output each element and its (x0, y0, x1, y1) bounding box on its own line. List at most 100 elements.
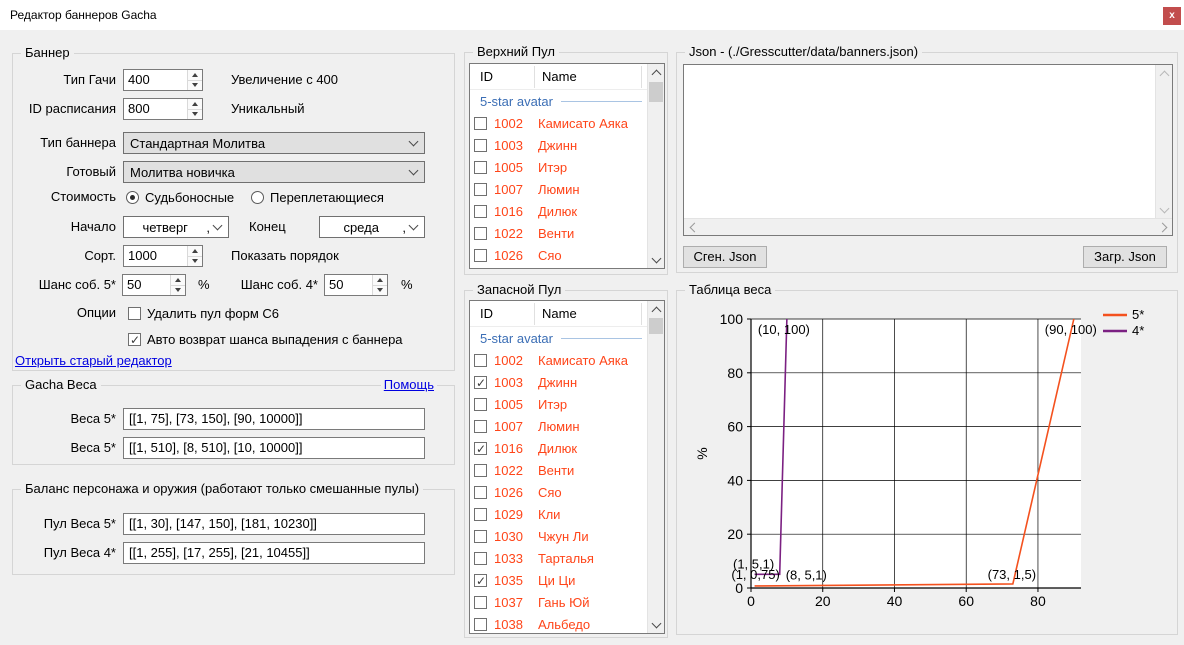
table-row[interactable]: 1016Дилюк (470, 200, 648, 222)
table-row[interactable]: 1005Итэр (470, 393, 648, 415)
column-header-id[interactable]: ID (480, 64, 493, 89)
chevron-down-icon (651, 618, 661, 628)
scroll-up-button[interactable] (648, 301, 664, 318)
weights5a-input[interactable]: [[1, 75], [73, 150], [90, 10000]] (123, 408, 425, 430)
spin-down-button[interactable] (188, 109, 202, 120)
scroll-down-button[interactable] (648, 616, 664, 633)
upper-pool-group: Верхний Пул ID Name 5-star avatar1002Кам… (464, 52, 668, 275)
table-row[interactable]: 1003Джинн (470, 371, 648, 393)
spin-up-button[interactable] (188, 70, 202, 80)
pool4-input[interactable]: [[1, 255], [17, 255], [21, 10455]] (123, 542, 425, 564)
table-row[interactable]: 1035Ци Ци (470, 569, 648, 591)
spin-down-button[interactable] (373, 285, 387, 296)
table-row[interactable]: 1022Венти (470, 459, 648, 481)
scroll-right-button[interactable] (1155, 219, 1172, 235)
row-checkbox[interactable] (474, 354, 487, 367)
row-checkbox[interactable] (474, 139, 487, 152)
start-day-select[interactable]: четверг , (123, 216, 229, 238)
table-row[interactable]: 1005Итэр (470, 156, 648, 178)
table-row[interactable]: 1007Люмин (470, 178, 648, 200)
table-row[interactable]: 1026Сяо (470, 481, 648, 503)
spin-up-button[interactable] (171, 275, 185, 285)
row-checkbox[interactable] (474, 376, 487, 389)
json-horizontal-scrollbar[interactable] (684, 218, 1172, 235)
row-checkbox[interactable] (474, 227, 487, 240)
help-link[interactable]: Помощь (381, 377, 437, 392)
weights5b-input[interactable]: [[1, 510], [8, 510], [10, 10000]] (123, 437, 425, 459)
json-textarea-content (686, 67, 1152, 215)
spin-up-button[interactable] (188, 99, 202, 109)
table-row[interactable]: 1003Джинн (470, 134, 648, 156)
row-checkbox[interactable] (474, 205, 487, 218)
prefab-select[interactable]: Молитва новичка (123, 161, 425, 183)
table-row[interactable]: 1033Тарталья (470, 547, 648, 569)
scroll-up-button[interactable] (648, 64, 664, 81)
upper-pool-scrollbar[interactable] (647, 64, 664, 268)
scrollbar-thumb[interactable] (649, 82, 663, 102)
table-row[interactable]: 1016Дилюк (470, 437, 648, 459)
row-checkbox[interactable] (474, 618, 487, 631)
spin-up-button[interactable] (188, 246, 202, 256)
table-row[interactable]: 1007Люмин (470, 415, 648, 437)
row-name: Камисато Аяка (538, 116, 628, 131)
cost-radio-fate[interactable]: Судьбоносные (126, 189, 234, 205)
table-row-partial[interactable] (470, 266, 648, 269)
reserve-pool-scrollbar[interactable] (647, 301, 664, 633)
scrollbar-thumb[interactable] (649, 318, 663, 334)
chance4-spinner (372, 275, 387, 295)
remove-pool-checkbox[interactable]: Удалить пул форм С6 (128, 305, 279, 321)
auto-return-checkbox[interactable]: Авто возврат шанса выпадения с баннера (128, 331, 403, 347)
load-json-button[interactable]: Загр. Json (1083, 246, 1167, 268)
row-checkbox[interactable] (474, 420, 487, 433)
row-checkbox[interactable] (474, 183, 487, 196)
table-row[interactable]: 1002Камисато Аяка (470, 112, 648, 134)
schedule-id-value: 800 (124, 99, 187, 119)
open-old-editor-link[interactable]: Открыть старый редактор (15, 353, 172, 368)
chance5-input[interactable]: 50 (122, 274, 186, 296)
row-checkbox[interactable] (474, 552, 487, 565)
scroll-down-button[interactable] (1156, 201, 1172, 218)
scroll-left-button[interactable] (684, 219, 701, 235)
table-row[interactable]: 1038Альбедо (470, 613, 648, 634)
generate-json-button[interactable]: Сген. Json (683, 246, 767, 268)
row-checkbox[interactable] (474, 117, 487, 130)
json-group: Json - (./Gresscutter/data/banners.json)… (676, 52, 1178, 273)
gacha-type-input[interactable]: 400 (123, 69, 203, 91)
cost-radio-intertwined[interactable]: Переплетающиеся (251, 189, 384, 205)
schedule-id-input[interactable]: 800 (123, 98, 203, 120)
table-row[interactable]: 1029Кли (470, 503, 648, 525)
row-checkbox[interactable] (474, 249, 487, 262)
row-checkbox[interactable] (474, 398, 487, 411)
chance4-input[interactable]: 50 (324, 274, 388, 296)
scroll-up-button[interactable] (1156, 65, 1172, 82)
table-row[interactable]: 1037Гань Юй (470, 591, 648, 613)
end-day-select[interactable]: среда , (319, 216, 425, 238)
weight-chart: 020406080020406080100%(10, 100)(90, 100)… (677, 297, 1177, 633)
table-row[interactable]: 1002Камисато Аяка (470, 349, 648, 371)
row-checkbox[interactable] (474, 530, 487, 543)
spin-down-button[interactable] (188, 256, 202, 267)
spin-down-button[interactable] (188, 80, 202, 91)
banner-type-select[interactable]: Стандартная Молитва (123, 132, 425, 154)
table-row[interactable]: 1030Чжун Ли (470, 525, 648, 547)
row-checkbox[interactable] (474, 442, 487, 455)
row-checkbox[interactable] (474, 486, 487, 499)
row-checkbox[interactable] (474, 161, 487, 174)
scroll-down-button[interactable] (648, 251, 664, 268)
json-vertical-scrollbar[interactable] (1155, 65, 1172, 218)
row-checkbox[interactable] (474, 464, 487, 477)
sort-input[interactable]: 1000 (123, 245, 203, 267)
table-row[interactable]: 1022Венти (470, 222, 648, 244)
json-textarea[interactable] (683, 64, 1173, 236)
close-button[interactable]: x (1163, 7, 1181, 25)
pool5-input[interactable]: [[1, 30], [147, 150], [181, 10230]] (123, 513, 425, 535)
column-header-name[interactable]: Name (542, 301, 577, 326)
spin-down-button[interactable] (171, 285, 185, 296)
spin-up-button[interactable] (373, 275, 387, 285)
row-checkbox[interactable] (474, 596, 487, 609)
table-row[interactable]: 1026Сяо (470, 244, 648, 266)
column-header-name[interactable]: Name (542, 64, 577, 89)
row-checkbox[interactable] (474, 508, 487, 521)
row-checkbox[interactable] (474, 574, 487, 587)
column-header-id[interactable]: ID (480, 301, 493, 326)
